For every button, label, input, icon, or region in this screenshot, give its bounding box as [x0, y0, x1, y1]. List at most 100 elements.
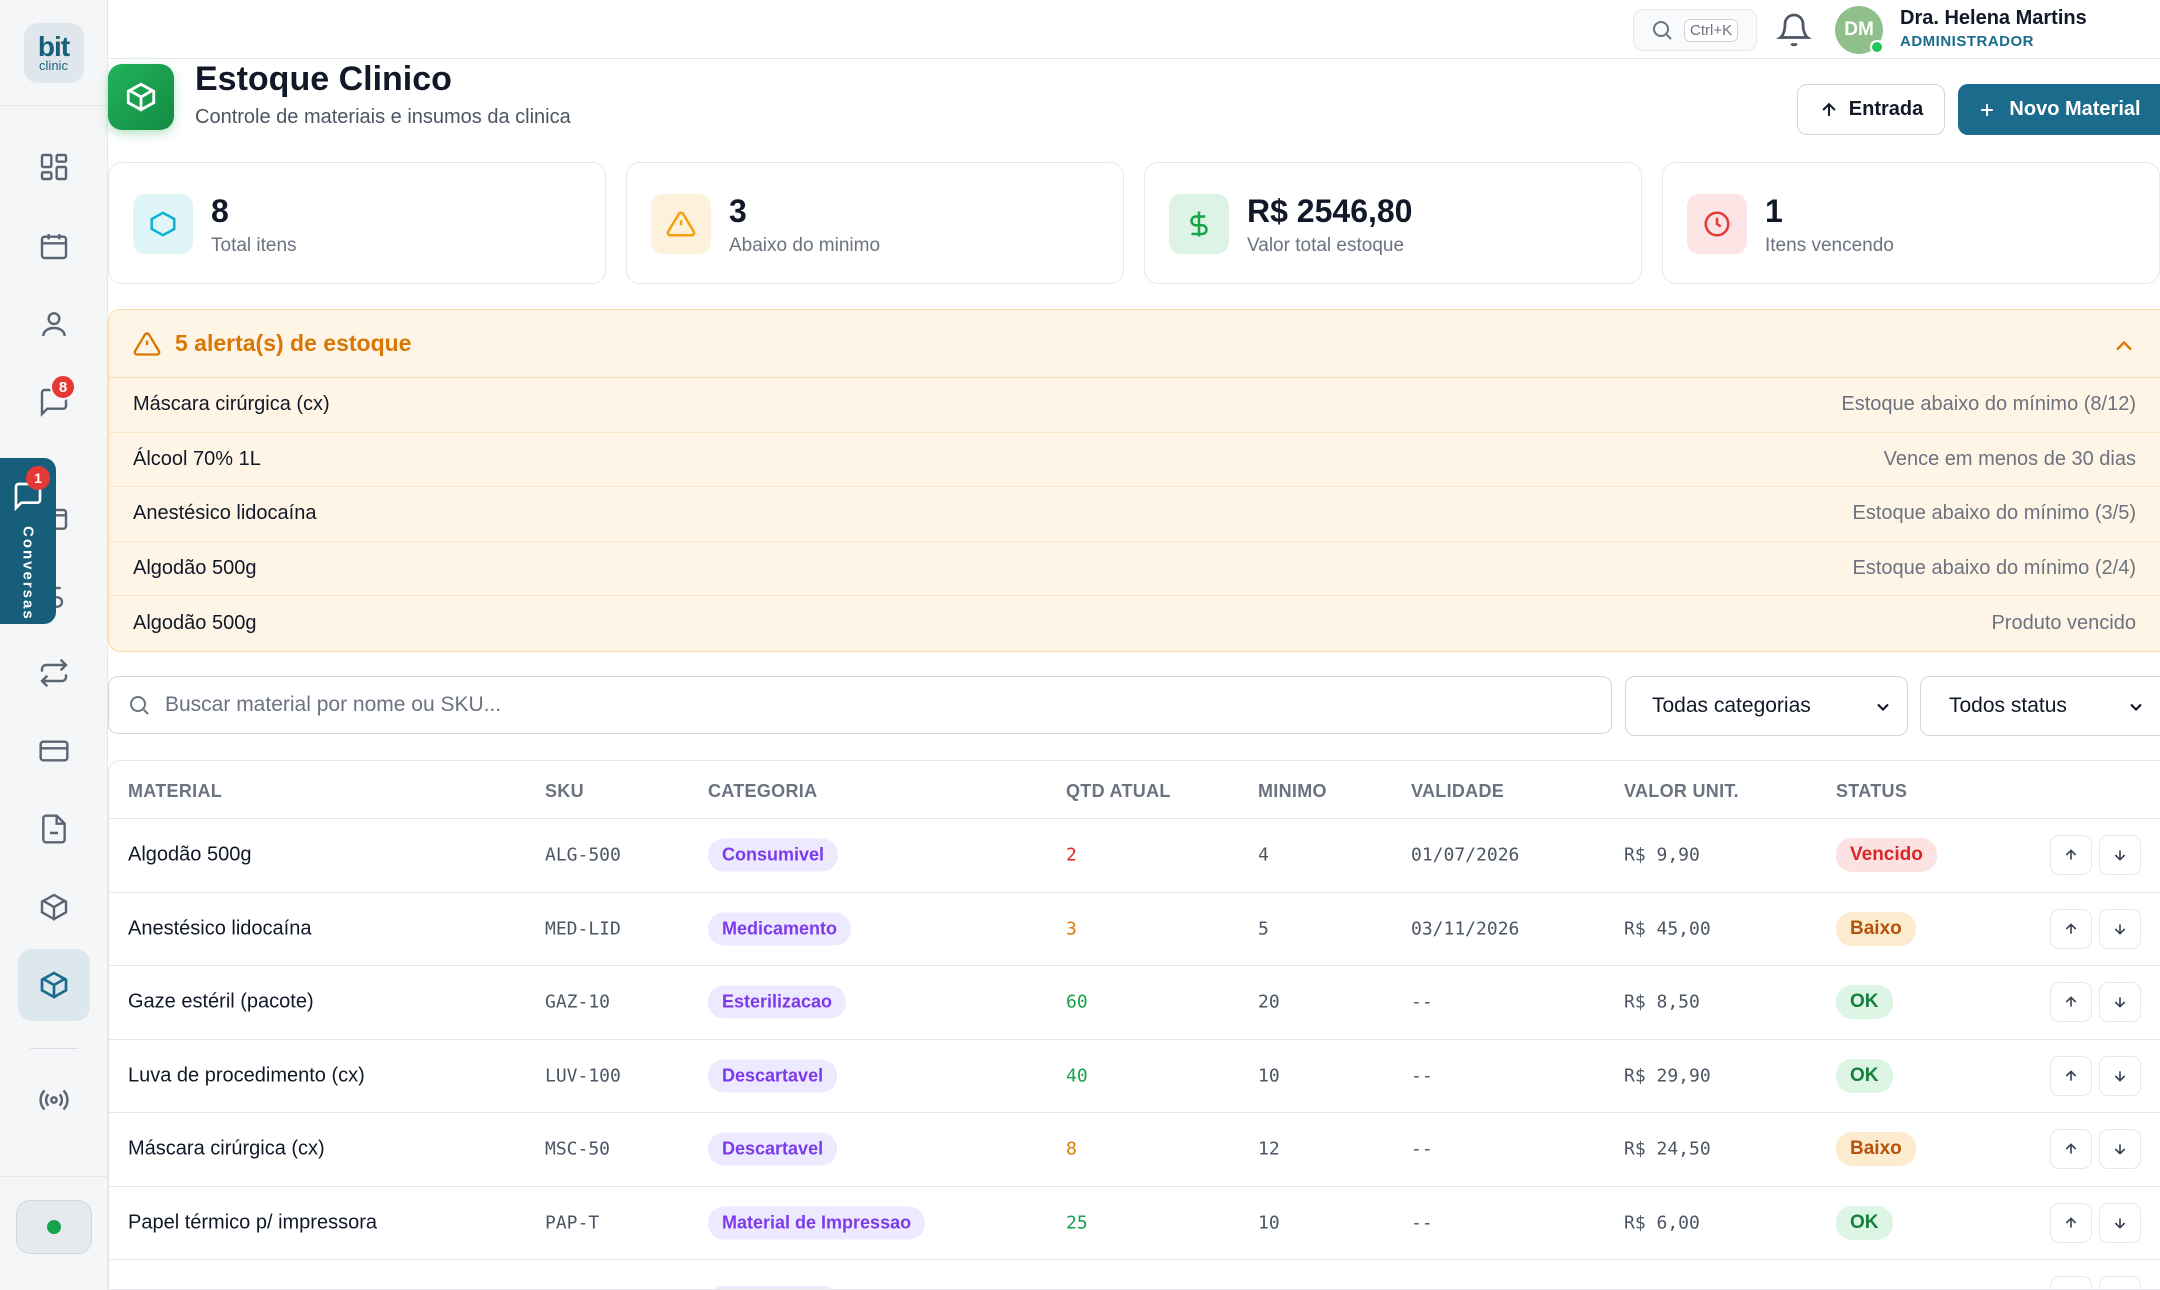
conversas-tab[interactable]: 1 Conversas: [0, 458, 56, 624]
cell-sku: MED-LID: [545, 918, 621, 940]
stat-card-value: R$ 2546,80 Valor total estoque: [1144, 162, 1642, 284]
col-qtd[interactable]: QTD ATUAL: [1066, 781, 1171, 802]
table-row[interactable]: Máscara cirúrgica (cx) MSC-50 Descartavel 8…: [109, 1113, 2160, 1187]
category-select-value: Todas categorias: [1652, 694, 1811, 717]
cell-minimo: 5: [1258, 918, 1269, 940]
stat-label: Itens vencendo: [1765, 235, 1894, 256]
alerts-header[interactable]: 5 alerta(s) de estoque: [109, 310, 2160, 378]
calendar-icon: [40, 234, 68, 260]
cell-sku: MSC-50: [545, 1138, 611, 1160]
status-select-value: Todos status: [1949, 694, 2067, 717]
broadcast-icon: [39, 1089, 69, 1111]
stock-out-button[interactable]: [2099, 982, 2141, 1023]
avatar[interactable]: DM: [1835, 6, 1884, 54]
sidebar-separator: [30, 1048, 78, 1049]
stock-out-button[interactable]: [2099, 1129, 2141, 1170]
col-minimo[interactable]: MINIMO: [1258, 781, 1327, 802]
material-search-input[interactable]: [165, 693, 1565, 717]
sidebar-item-patients[interactable]: [18, 288, 90, 360]
col-validade[interactable]: VALIDADE: [1411, 781, 1504, 802]
table-row[interactable]: Algodão 500g ALG-500 Consumivel 2 4 01/07/202…: [109, 819, 2160, 893]
table-row[interactable]: Luva de procedimento (cx) LUV-100 Descarta…: [109, 1040, 2160, 1113]
stock-alerts-panel: 5 alerta(s) de estoque Máscara cirúrgica…: [108, 309, 2160, 652]
cell-validade: --: [1411, 1065, 1433, 1087]
clock-icon: [1704, 211, 1730, 237]
stat-icon-wrap: [651, 194, 711, 254]
sidebar-item-calendar[interactable]: [18, 210, 90, 282]
cell-validade: 01/07/2026: [1411, 844, 1520, 866]
table-row[interactable]: Anestésico lidocaína MED-LID Medicamento 3 5…: [109, 893, 2160, 966]
logo-subtext: clinic: [39, 58, 68, 73]
entrada-button[interactable]: Entrada: [1797, 84, 1945, 135]
col-status[interactable]: STATUS: [1836, 781, 1907, 802]
cell-validade: --: [1411, 1212, 1433, 1234]
status-badge: Baixo: [1836, 911, 1916, 946]
stock-in-button[interactable]: [2050, 835, 2092, 876]
sidebar-item-transfers[interactable]: [18, 637, 90, 709]
status-badge: OK: [1836, 985, 1893, 1020]
user-icon: [42, 312, 66, 337]
sidebar-item-messages[interactable]: 8: [18, 366, 90, 438]
stock-in-button[interactable]: [2050, 908, 2092, 949]
stock-in-button[interactable]: [2050, 1276, 2092, 1289]
connection-status[interactable]: [16, 1200, 92, 1254]
sidebar-item-inventory[interactable]: [18, 949, 90, 1021]
material-search: [108, 676, 1612, 734]
search-icon: [1653, 21, 1672, 40]
stock-out-button[interactable]: [2099, 908, 2141, 949]
stat-card-expiring: 1 Itens vencendo: [1662, 162, 2160, 284]
stock-in-button[interactable]: [2050, 1129, 2092, 1170]
sidebar-item-payments[interactable]: [18, 715, 90, 787]
col-material[interactable]: MATERIAL: [128, 781, 222, 802]
stock-out-button[interactable]: [2099, 1055, 2141, 1096]
stock-in-button[interactable]: [2050, 982, 2092, 1023]
arrow-up-icon: [2065, 922, 2077, 934]
col-valor[interactable]: VALOR UNIT.: [1624, 781, 1739, 802]
sidebar-item-broadcast[interactable]: [18, 1064, 90, 1136]
cell-material: Algodão 500g: [128, 843, 252, 866]
stat-icon-wrap: [133, 194, 193, 254]
sidebar-item-dashboard[interactable]: [18, 131, 90, 203]
chevron-up-icon[interactable]: [2110, 332, 2138, 360]
sidebar: bit clinic 8: [0, 0, 108, 1290]
stat-value: 1: [1765, 193, 1783, 229]
cell-qtd: 8: [1066, 1138, 1077, 1160]
table-row[interactable]: [109, 1260, 2160, 1289]
stat-value: 8: [211, 193, 229, 229]
category-badge: Material de Impressao: [708, 1206, 926, 1240]
category-select[interactable]: Todas categorias: [1625, 676, 1908, 736]
novo-material-button[interactable]: Novo Material: [1958, 84, 2160, 135]
status-badge: OK: [1836, 1058, 1893, 1093]
bell-icon[interactable]: [1776, 12, 1812, 48]
arrow-up-icon: [2065, 849, 2077, 860]
col-sku[interactable]: SKU: [545, 781, 584, 802]
stock-out-button[interactable]: [2099, 835, 2141, 876]
user-name[interactable]: Dra. Helena Martins: [1900, 7, 2087, 30]
stat-label: Total itens: [211, 235, 297, 256]
chevron-down-icon: [2130, 703, 2142, 712]
table-row[interactable]: Papel térmico p/ impressora PAP-T Material…: [109, 1187, 2160, 1260]
cell-sku: LUV-100: [545, 1065, 621, 1087]
stock-in-button[interactable]: [2050, 1202, 2092, 1243]
cell-material: Máscara cirúrgica (cx): [128, 1137, 325, 1160]
cell-qtd: 3: [1066, 918, 1077, 940]
table-row[interactable]: Gaze estéril (pacote) GAZ-10 Esterilizacao…: [109, 966, 2160, 1040]
cell-valor: R$ 6,00: [1624, 1212, 1700, 1234]
status-select[interactable]: Todos status: [1920, 676, 2160, 736]
sidebar-item-documents[interactable]: [18, 793, 90, 865]
alert-item-name: Algodão 500g: [133, 611, 257, 634]
global-search-button[interactable]: Ctrl+K: [1633, 9, 1757, 51]
col-categoria[interactable]: CATEGORIA: [708, 781, 817, 802]
category-badge: [708, 1286, 838, 1289]
warning-icon: [133, 331, 161, 356]
stock-out-button[interactable]: [2099, 1276, 2141, 1289]
logo-area: bit clinic: [0, 0, 107, 106]
sidebar-item-products[interactable]: [18, 871, 90, 943]
stock-out-button[interactable]: [2099, 1202, 2141, 1243]
stock-in-button[interactable]: [2050, 1055, 2092, 1096]
app-logo[interactable]: bit clinic: [23, 22, 84, 83]
table-header: MATERIAL SKU CATEGORIA QTD ATUAL MINIMO …: [109, 761, 2160, 819]
cell-minimo: 20: [1258, 991, 1280, 1013]
alerts-title: 5 alerta(s) de estoque: [175, 330, 412, 356]
cell-sku: PAP-T: [545, 1212, 600, 1234]
